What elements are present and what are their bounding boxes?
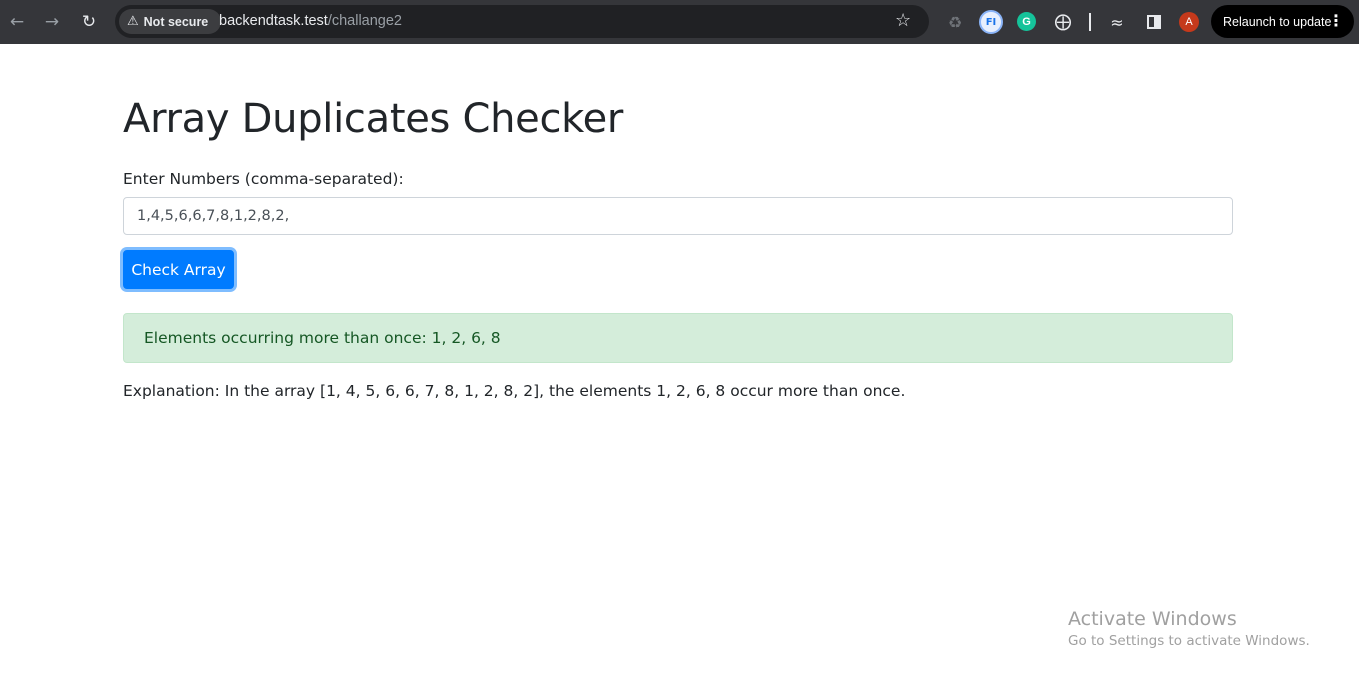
result-alert: Elements occurring more than once: 1, 2,… xyxy=(123,313,1233,363)
security-label: Not secure xyxy=(143,14,209,29)
relaunch-label: Relaunch to update xyxy=(1223,14,1332,29)
relaunch-button[interactable]: Relaunch to update ⋮ xyxy=(1211,5,1354,38)
warning-icon: ⚠ xyxy=(127,14,139,29)
address-bar[interactable]: ⚠ Not secure backendtask.test/challange2… xyxy=(115,5,929,38)
url-path: /challange2 xyxy=(327,13,402,29)
more-vert-icon: ⋮ xyxy=(1328,11,1344,30)
extension-fi-icon[interactable]: FI xyxy=(979,10,1003,34)
performance-icon[interactable]: ≈ xyxy=(1105,10,1129,34)
toolbar-divider xyxy=(1089,13,1091,31)
recycle-icon[interactable]: ♻ xyxy=(943,10,967,34)
explanation-text: Explanation: In the array [1, 4, 5, 6, 6… xyxy=(123,382,906,400)
grammarly-icon[interactable]: G xyxy=(1017,12,1036,31)
puzzle-icon[interactable]: ⨁ xyxy=(1051,10,1075,34)
url-host: backendtask.test xyxy=(219,13,328,29)
star-icon[interactable]: ☆ xyxy=(895,10,911,31)
numbers-label: Enter Numbers (comma-separated): xyxy=(123,170,404,188)
back-arrow-icon[interactable]: ← xyxy=(5,10,29,34)
url-text[interactable]: backendtask.test/challange2 xyxy=(219,13,402,29)
numbers-input[interactable] xyxy=(123,197,1233,235)
browser-toolbar: ← → ↻ ⚠ Not secure backendtask.test/chal… xyxy=(0,0,1359,44)
security-chip[interactable]: ⚠ Not secure xyxy=(119,9,221,34)
page-title: Array Duplicates Checker xyxy=(123,96,624,142)
watermark-subtitle: Go to Settings to activate Windows. xyxy=(1068,633,1310,649)
forward-arrow-icon[interactable]: → xyxy=(40,10,64,34)
reload-icon[interactable]: ↻ xyxy=(77,10,101,34)
side-panel-icon[interactable] xyxy=(1142,10,1166,34)
watermark-title: Activate Windows xyxy=(1068,608,1237,630)
check-array-button[interactable]: Check Array xyxy=(123,250,234,289)
windows-activation-watermark: Activate Windows Go to Settings to activ… xyxy=(1068,608,1310,649)
profile-avatar[interactable]: A xyxy=(1179,12,1199,32)
